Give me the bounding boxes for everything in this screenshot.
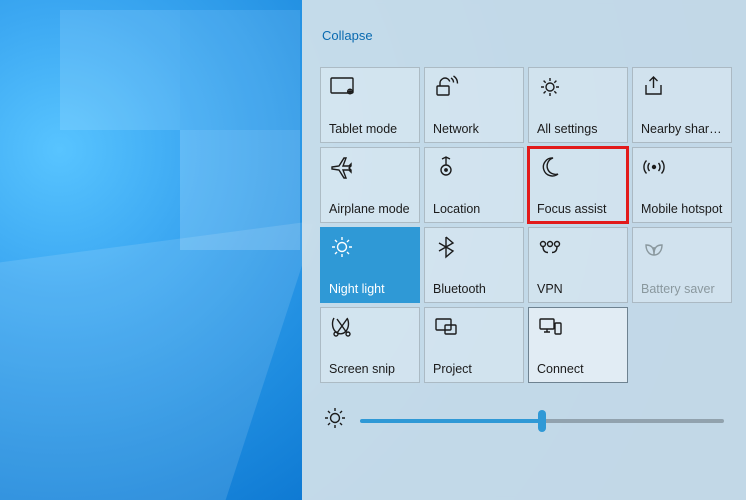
tile-label: All settings — [537, 122, 619, 136]
tile-night-light[interactable]: Night light — [320, 227, 420, 303]
brightness-control — [318, 405, 730, 436]
hotspot-icon — [641, 156, 723, 178]
gear-icon — [537, 76, 619, 98]
tile-battery-saver[interactable]: Battery saver — [632, 227, 732, 303]
vpn-icon — [537, 236, 619, 258]
tile-connect[interactable]: Connect — [528, 307, 628, 383]
brightness-icon — [322, 405, 348, 436]
quick-action-tiles: Tablet mode Network All settings Nearby … — [320, 67, 730, 383]
tile-bluetooth[interactable]: Bluetooth — [424, 227, 524, 303]
tile-vpn[interactable]: VPN — [528, 227, 628, 303]
sun-icon — [329, 236, 411, 258]
moon-icon — [537, 156, 619, 178]
location-icon — [433, 156, 515, 178]
tile-label: Screen snip — [329, 362, 411, 376]
tile-label: Connect — [537, 362, 619, 376]
tile-all-settings[interactable]: All settings — [528, 67, 628, 143]
tile-nearby-sharing[interactable]: Nearby sharing — [632, 67, 732, 143]
tile-location[interactable]: Location — [424, 147, 524, 223]
tile-label: Location — [433, 202, 515, 216]
project-icon — [433, 316, 515, 338]
action-center-panel: Collapse Tablet mode Network All setting… — [302, 0, 746, 500]
tile-screen-snip[interactable]: Screen snip — [320, 307, 420, 383]
scissors-icon — [329, 316, 411, 338]
bluetooth-icon — [433, 236, 515, 258]
brightness-slider-thumb[interactable] — [538, 410, 546, 432]
tablet-icon — [329, 76, 411, 98]
tile-network[interactable]: Network — [424, 67, 524, 143]
tile-label: Tablet mode — [329, 122, 411, 136]
tile-label: Airplane mode — [329, 202, 411, 216]
tile-label: Battery saver — [641, 282, 723, 296]
tile-label: VPN — [537, 282, 619, 296]
tile-focus-assist[interactable]: Focus assist — [528, 147, 628, 223]
tile-label: Nearby sharing — [641, 122, 723, 136]
tile-label: Focus assist — [537, 202, 619, 216]
tile-label: Bluetooth — [433, 282, 515, 296]
brightness-slider[interactable] — [360, 419, 724, 423]
tile-airplane-mode[interactable]: Airplane mode — [320, 147, 420, 223]
tile-tablet-mode[interactable]: Tablet mode — [320, 67, 420, 143]
tile-project[interactable]: Project — [424, 307, 524, 383]
collapse-button[interactable]: Collapse — [322, 28, 373, 43]
tile-label: Network — [433, 122, 515, 136]
share-icon — [641, 76, 723, 98]
leaf-icon — [641, 236, 723, 258]
tile-label: Night light — [329, 282, 411, 296]
tile-mobile-hotspot[interactable]: Mobile hotspot — [632, 147, 732, 223]
network-icon — [433, 76, 515, 98]
airplane-icon — [329, 156, 411, 178]
connect-icon — [537, 316, 619, 338]
tile-label: Mobile hotspot — [641, 202, 723, 216]
tile-label: Project — [433, 362, 515, 376]
